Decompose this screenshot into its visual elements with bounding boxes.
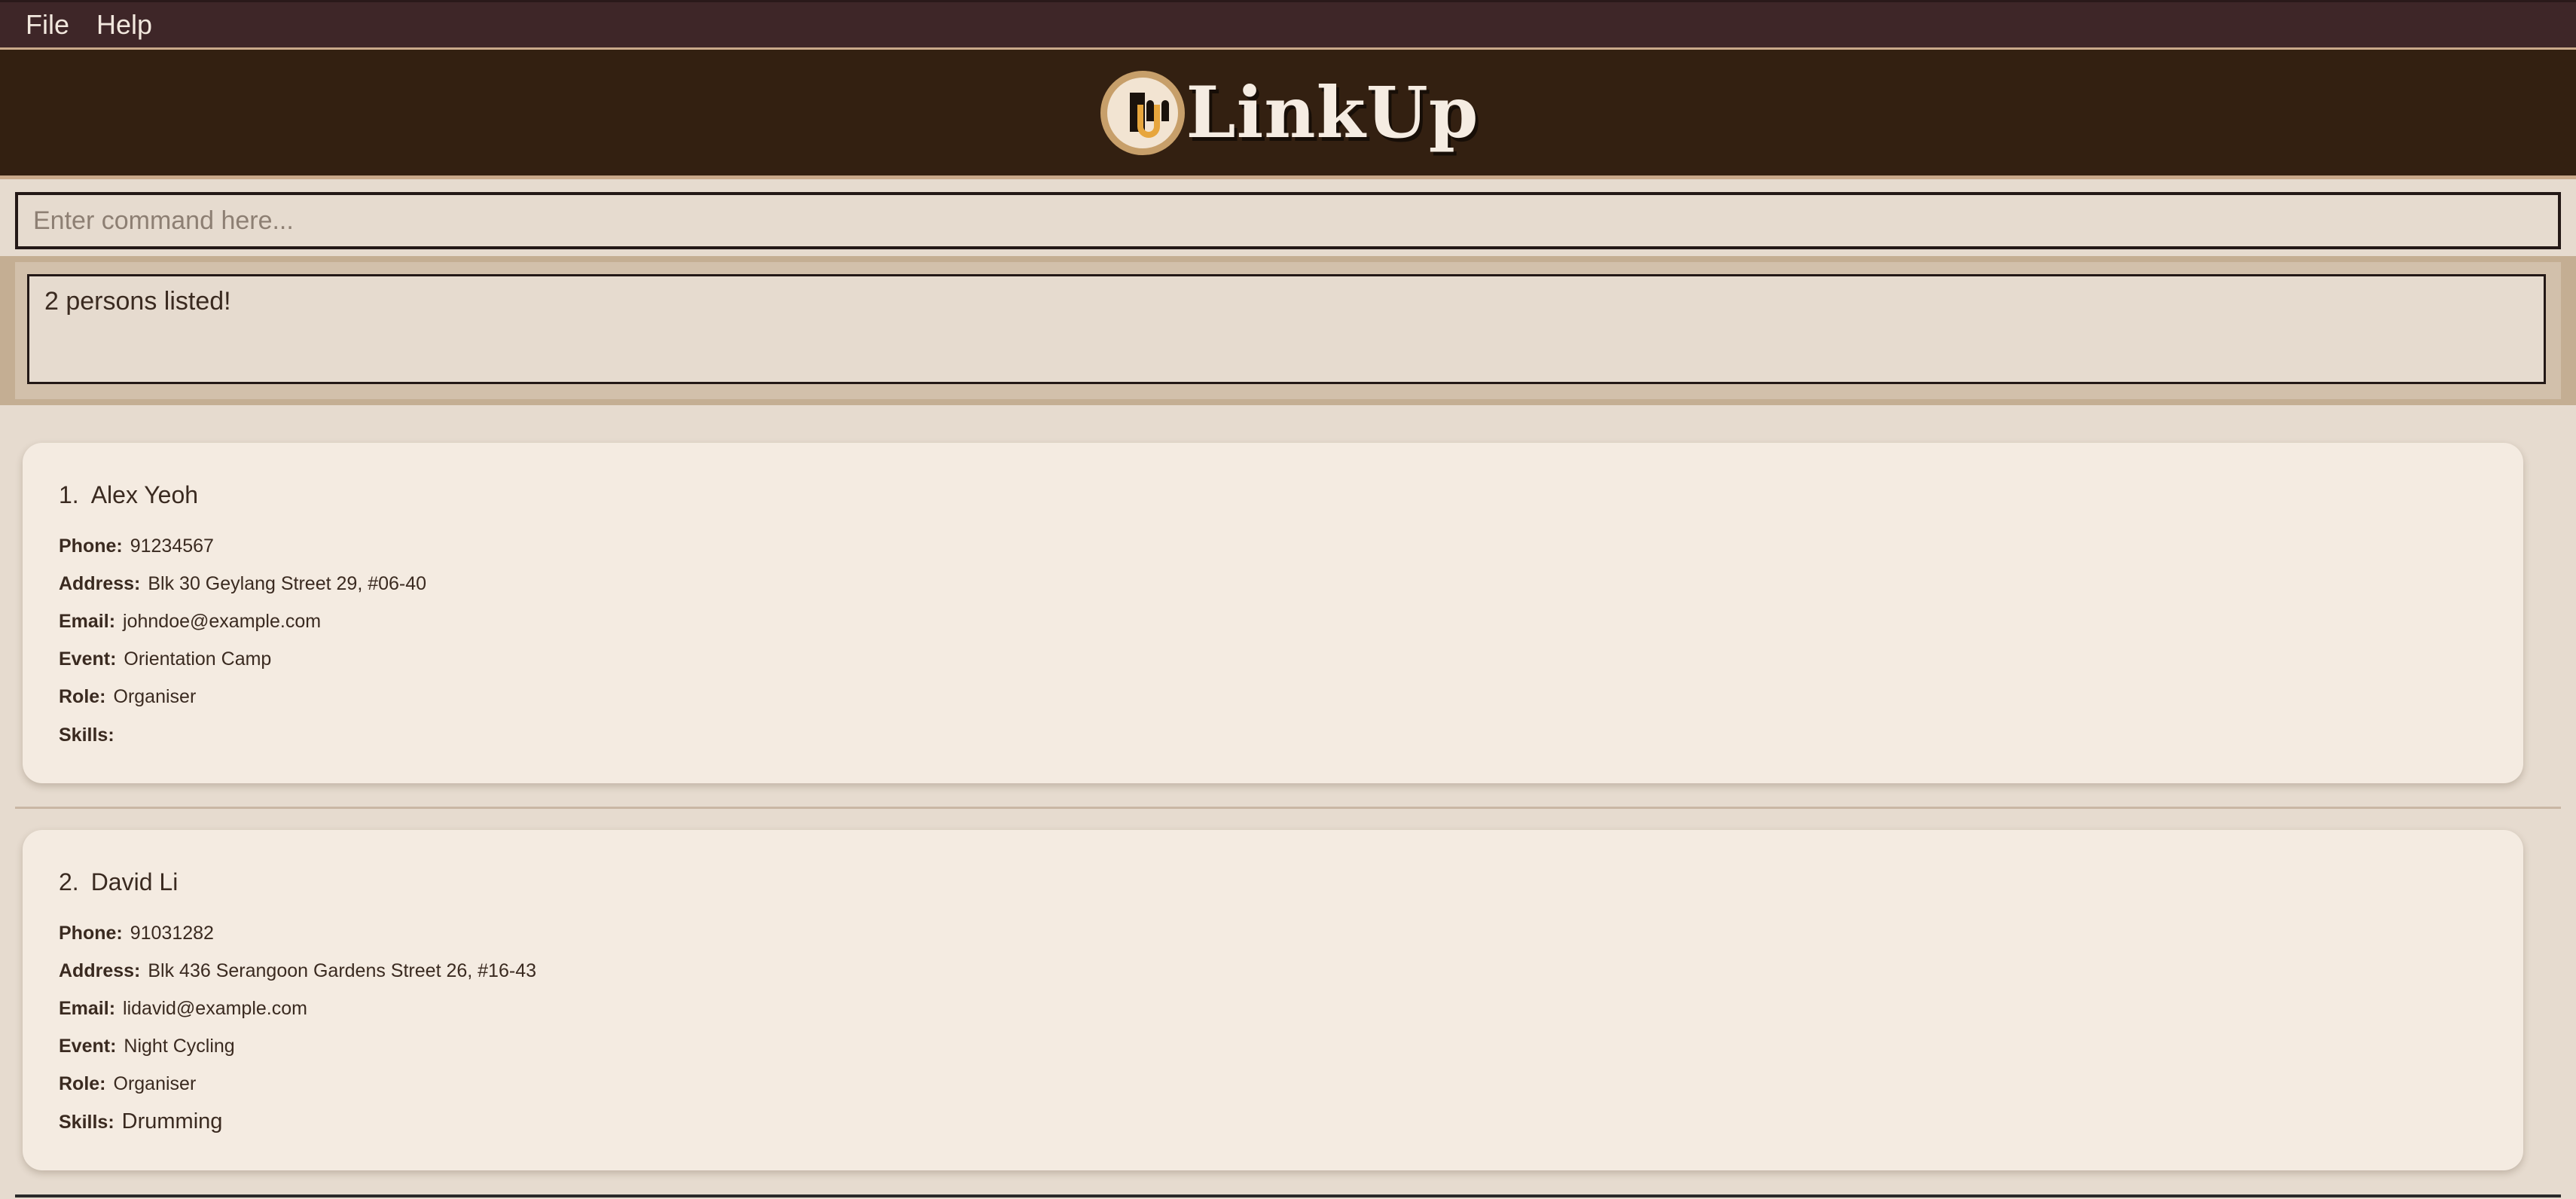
person-card[interactable]: 2. David Li Phone: 91031282 Address: Blk 43… [23,830,2523,1170]
person-index: 1. [59,481,79,508]
phone-value: 91031282 [130,923,214,944]
person-title: 2. David Li [59,866,2523,904]
person-index: 2. [59,868,79,895]
brand: LinkUp [1100,70,1479,155]
role-label: Role: [59,686,106,707]
address-value: Blk 436 Serangoon Gardens Street 26, #16… [148,960,536,981]
person-title: 1. Alex Yeoh [59,479,2523,517]
command-box [0,179,2576,255]
list-bottom-border [15,1194,2561,1197]
role-value: Organiser [113,686,197,707]
email-value: johndoe@example.com [123,611,322,632]
skills-row: Skills: Drumming [59,1103,2523,1140]
skills-value: Drumming [121,1109,223,1133]
person-name: Alex Yeoh [90,481,199,508]
app-header: LinkUp [0,50,2576,179]
event-value: Night Cycling [124,1036,235,1057]
role-label: Role: [59,1073,106,1094]
person-name: David Li [90,868,179,895]
result-display: 2 persons listed! [27,274,2546,384]
app-title: LinkUp [1186,71,1479,154]
email-row: Email: lidavid@example.com [59,990,2523,1027]
address-label: Address: [59,573,141,594]
skills-label: Skills: [59,725,114,746]
linkup-logo-icon [1100,70,1185,155]
menu-bar: File Help [0,0,2576,50]
person-list[interactable]: 1. Alex Yeoh Phone: 91234567 Address: Blk 3… [0,407,2576,1199]
menu-file[interactable]: File [26,2,69,47]
address-value: Blk 30 Geylang Street 29, #06-40 [148,573,427,594]
phone-label: Phone: [59,535,123,557]
phone-value: 91234567 [130,535,214,557]
person-card[interactable]: 1. Alex Yeoh Phone: 91234567 Address: Blk 3… [23,443,2523,783]
address-row: Address: Blk 436 Serangoon Gardens Street… [59,952,2523,990]
role-row: Role: Organiser [59,678,2523,715]
role-value: Organiser [113,1073,197,1094]
address-label: Address: [59,960,141,981]
phone-row: Phone: 91031282 [59,914,2523,952]
result-display-panel: 2 persons listed! [0,256,2576,405]
address-row: Address: Blk 30 Geylang Street 29, #06-40 [59,565,2523,603]
email-row: Email: johndoe@example.com [59,603,2523,640]
phone-row: Phone: 91234567 [59,527,2523,565]
email-value: lidavid@example.com [123,998,307,1019]
event-label: Event: [59,648,117,670]
event-row: Event: Orientation Camp [59,640,2523,678]
skills-label: Skills: [59,1112,114,1133]
command-input[interactable] [15,192,2561,249]
phone-label: Phone: [59,923,123,944]
app-window: File Help LinkUp 2 persons listed! 1. Ale… [0,0,2576,1199]
skills-row: Skills: [59,715,2523,753]
list-divider [15,807,2561,809]
event-label: Event: [59,1036,117,1057]
email-label: Email: [59,998,116,1019]
event-row: Event: Night Cycling [59,1027,2523,1065]
menu-help[interactable]: Help [96,2,152,47]
role-row: Role: Organiser [59,1065,2523,1103]
email-label: Email: [59,611,116,632]
event-value: Orientation Camp [124,648,272,670]
